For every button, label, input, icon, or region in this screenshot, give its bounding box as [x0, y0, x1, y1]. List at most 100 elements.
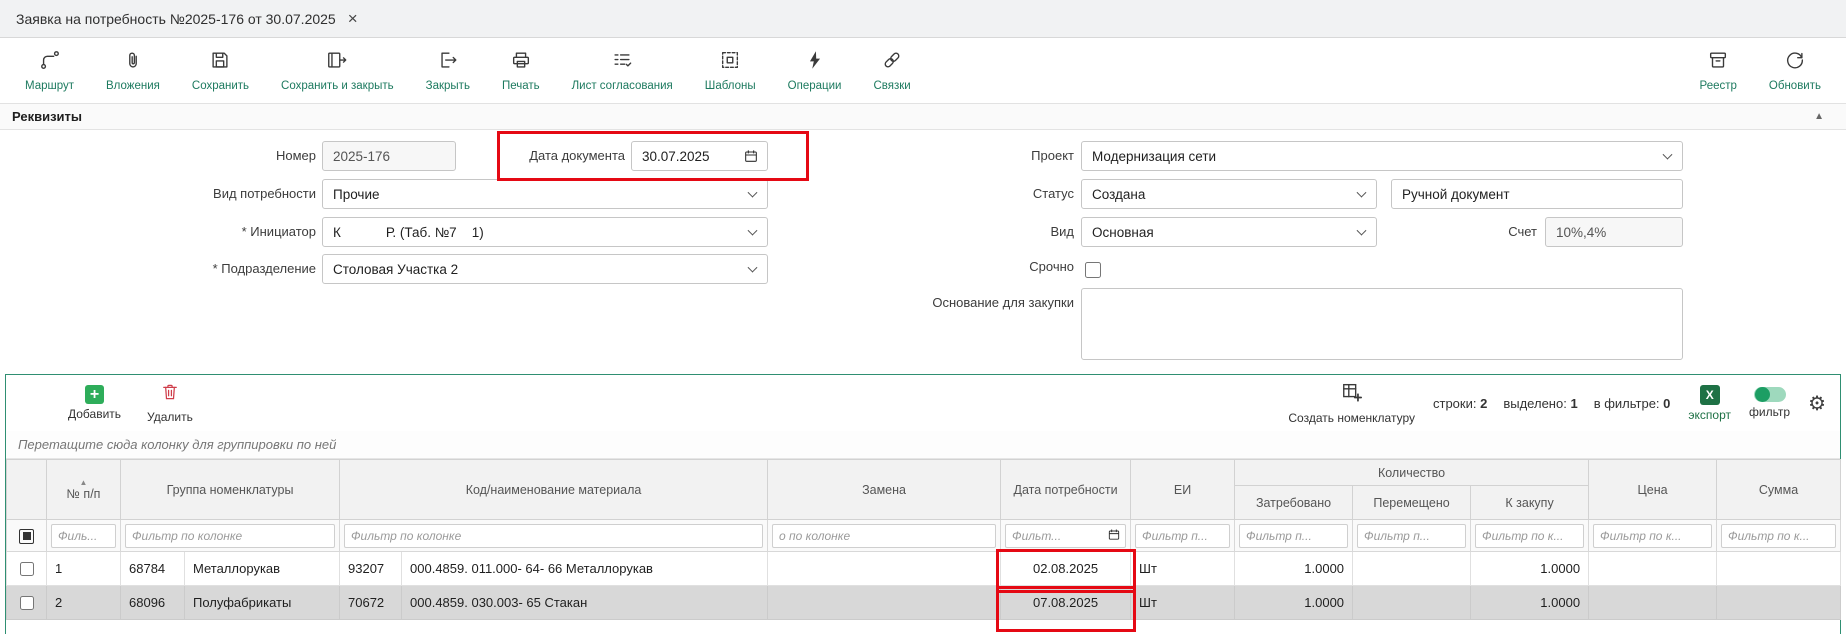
project-value: Модернизация сети [1092, 149, 1216, 164]
settings-gear-icon[interactable] [1808, 393, 1826, 413]
account-field[interactable]: 10%,4% [1545, 217, 1683, 247]
requested-column-header[interactable]: Затребовано [1235, 486, 1353, 520]
links-button[interactable]: Связки [862, 45, 921, 96]
filter-toggle-icon[interactable] [1754, 387, 1786, 402]
status-note-field[interactable]: Ручной документ [1391, 179, 1683, 209]
delete-row-button[interactable]: Удалить [147, 382, 193, 424]
moved-column-header[interactable]: Перемещено [1353, 486, 1471, 520]
sum-column-header[interactable]: Сумма [1717, 460, 1841, 520]
row-select-cell [7, 552, 47, 586]
grid-toolbar: Добавить Удалить Создать номенклатуру ст… [6, 375, 1840, 431]
num-column-header[interactable]: ▲ № п/п [47, 460, 121, 520]
calendar-icon[interactable] [1107, 527, 1121, 544]
filter-label: фильтр [1749, 405, 1790, 419]
excel-icon [1700, 385, 1720, 405]
calendar-icon[interactable] [743, 148, 759, 164]
replace-filter-input[interactable] [772, 524, 996, 548]
export-excel-button[interactable]: экспорт [1688, 385, 1731, 422]
group-column-header[interactable]: Группа номенклатуры [121, 460, 340, 520]
chevron-down-icon [748, 226, 758, 236]
requested-filter-input[interactable] [1239, 524, 1348, 548]
unit-filter-cell [1131, 520, 1235, 552]
refresh-button[interactable]: Обновить [1758, 45, 1832, 96]
sum-cell [1717, 552, 1841, 586]
grid-toolbar-right: Создать номенклатуру строки: 2 выделено:… [1288, 381, 1826, 425]
plus-icon [85, 385, 104, 404]
price-filter-input[interactable] [1593, 524, 1712, 548]
department-value: Столовая Участка 2 [333, 262, 458, 277]
registry-button[interactable]: Реестр [1689, 45, 1748, 96]
chevron-down-icon [1357, 188, 1367, 198]
unit-filter-input[interactable] [1135, 524, 1230, 548]
group-filter-input[interactable] [125, 524, 335, 548]
row-checkbox[interactable] [20, 596, 34, 610]
print-label: Печать [502, 80, 540, 92]
group-name-cell: Металлорукав [185, 552, 340, 586]
initiator-value: К Р. (Таб. №7 1) [333, 225, 484, 240]
row-checkbox[interactable] [20, 562, 34, 576]
printer-icon [510, 49, 532, 76]
approval-sheet-button[interactable]: Лист согласования [561, 45, 684, 96]
need-date-column-header[interactable]: Дата потребности [1001, 460, 1131, 520]
operations-button[interactable]: Операции [777, 45, 853, 96]
save-close-icon [326, 49, 348, 76]
doc-date-value: 30.07.2025 [642, 149, 710, 164]
save-close-button[interactable]: Сохранить и закрыть [270, 45, 405, 96]
to-purchase-cell: 1.0000 [1471, 552, 1589, 586]
kind-label: Вид [820, 217, 1074, 247]
sum-cell [1717, 586, 1841, 620]
material-name-cell: 000.4859. 030.003- 65 Стакан [402, 586, 768, 620]
route-icon [39, 49, 61, 76]
select-all-icon[interactable] [19, 529, 34, 544]
save-button[interactable]: Сохранить [181, 45, 260, 96]
templates-button[interactable]: Шаблоны [694, 45, 767, 96]
moved-filter-input[interactable] [1357, 524, 1466, 548]
create-nomenclature-icon [1341, 381, 1363, 408]
filter-toggle-button[interactable]: фильтр [1749, 387, 1790, 419]
table-row-selected[interactable]: 2 68096 Полуфабрикаты 70672 000.4859. 03… [7, 586, 1841, 620]
to-purchase-column-header[interactable]: К закупу [1471, 486, 1589, 520]
material-filter-input[interactable] [344, 524, 763, 548]
kind-select[interactable]: Основная [1081, 217, 1377, 247]
project-select[interactable]: Модернизация сети [1081, 141, 1683, 171]
sum-filter-input[interactable] [1721, 524, 1836, 548]
attachments-button[interactable]: Вложения [95, 45, 171, 96]
number-field[interactable]: 2025-176 [322, 141, 456, 171]
lightning-icon [804, 49, 826, 76]
basis-textarea[interactable] [1081, 288, 1683, 360]
grid-stats: строки: 2 выделено: 1 в фильтре: 0 [1433, 396, 1670, 411]
material-code-cell: 70672 [340, 586, 402, 620]
urgent-checkbox[interactable] [1085, 262, 1101, 278]
collapse-section-icon[interactable]: ▲ [1814, 111, 1834, 122]
replace-column-header[interactable]: Замена [768, 460, 1001, 520]
links-label: Связки [873, 80, 910, 92]
need-type-select[interactable]: Прочие [322, 179, 768, 209]
templates-icon [719, 49, 741, 76]
material-column-header[interactable]: Код/наименование материала [340, 460, 768, 520]
status-label: Статус [820, 179, 1074, 209]
save-close-label: Сохранить и закрыть [281, 80, 394, 92]
close-button[interactable]: Закрыть [415, 45, 481, 96]
create-nomenclature-button[interactable]: Создать номенклатуру [1288, 381, 1415, 425]
select-all-cell[interactable] [7, 520, 47, 552]
chevron-down-icon [1357, 226, 1367, 236]
need-type-label: Вид потребности [60, 179, 316, 209]
chevron-down-icon [748, 188, 758, 198]
num-filter-input[interactable] [51, 524, 116, 548]
doc-date-field[interactable]: 30.07.2025 [631, 141, 768, 171]
unit-column-header[interactable]: ЕИ [1131, 460, 1235, 520]
tab-close-icon[interactable] [348, 10, 358, 27]
to-purchase-filter-input[interactable] [1475, 524, 1584, 548]
department-select[interactable]: Столовая Участка 2 [322, 254, 768, 284]
document-tab[interactable]: Заявка на потребность №2025-176 от 30.07… [0, 0, 374, 37]
route-label: Маршрут [25, 80, 74, 92]
group-by-drop-zone[interactable]: Перетащите сюда колонку для группировки … [6, 431, 1840, 459]
initiator-select[interactable]: К Р. (Таб. №7 1) [322, 217, 768, 247]
price-column-header[interactable]: Цена [1589, 460, 1717, 520]
status-select[interactable]: Создана [1081, 179, 1377, 209]
add-row-button[interactable]: Добавить [68, 385, 121, 421]
status-value: Создана [1092, 187, 1145, 202]
table-row[interactable]: 1 68784 Металлорукав 93207 000.4859. 011… [7, 552, 1841, 586]
print-button[interactable]: Печать [491, 45, 551, 96]
route-button[interactable]: Маршрут [14, 45, 85, 96]
